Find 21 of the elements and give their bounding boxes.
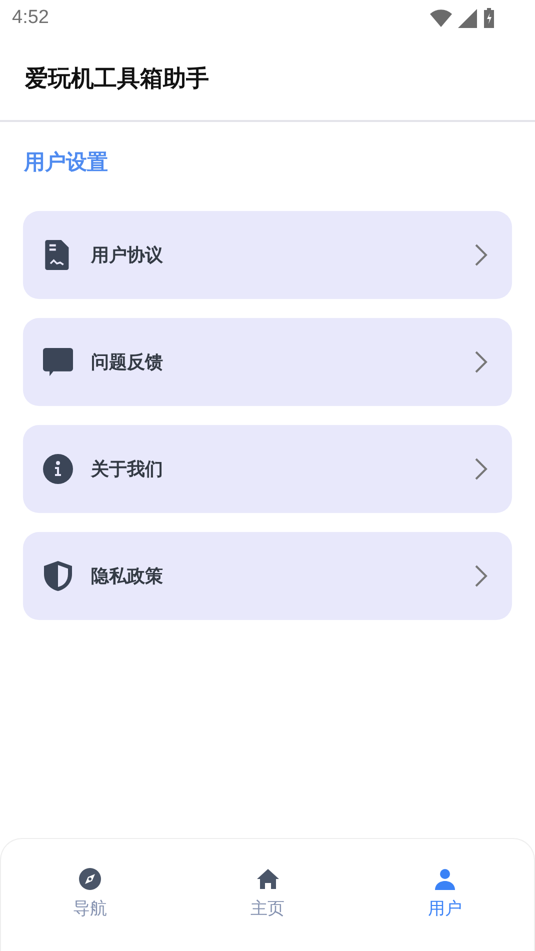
settings-item[interactable]: 用户协议 [23,211,512,299]
shield-icon [43,561,73,591]
settings-item[interactable]: 问题反馈 [23,318,512,406]
chevron-right-icon [474,243,488,267]
info-icon [43,454,73,484]
battery-icon [483,8,495,28]
section-title: 用户设置 [24,149,109,176]
settings-item[interactable]: 关于我们 [23,425,512,513]
chevron-right-icon [474,564,488,588]
chevron-right-icon [474,457,488,481]
app-title: 爱玩机工具箱助手 [25,64,209,94]
nav-tab[interactable]: 用户 [428,897,462,920]
home-icon[interactable] [256,867,280,891]
settings-item[interactable]: 隐私政策 [23,532,512,620]
compass-icon[interactable] [78,867,102,891]
signal-icon [458,8,477,28]
clock: 4:52 [12,7,49,29]
chat-icon [43,347,73,377]
chevron-right-icon [474,350,488,374]
wifi-icon [430,9,452,27]
user-icon[interactable] [433,867,458,891]
